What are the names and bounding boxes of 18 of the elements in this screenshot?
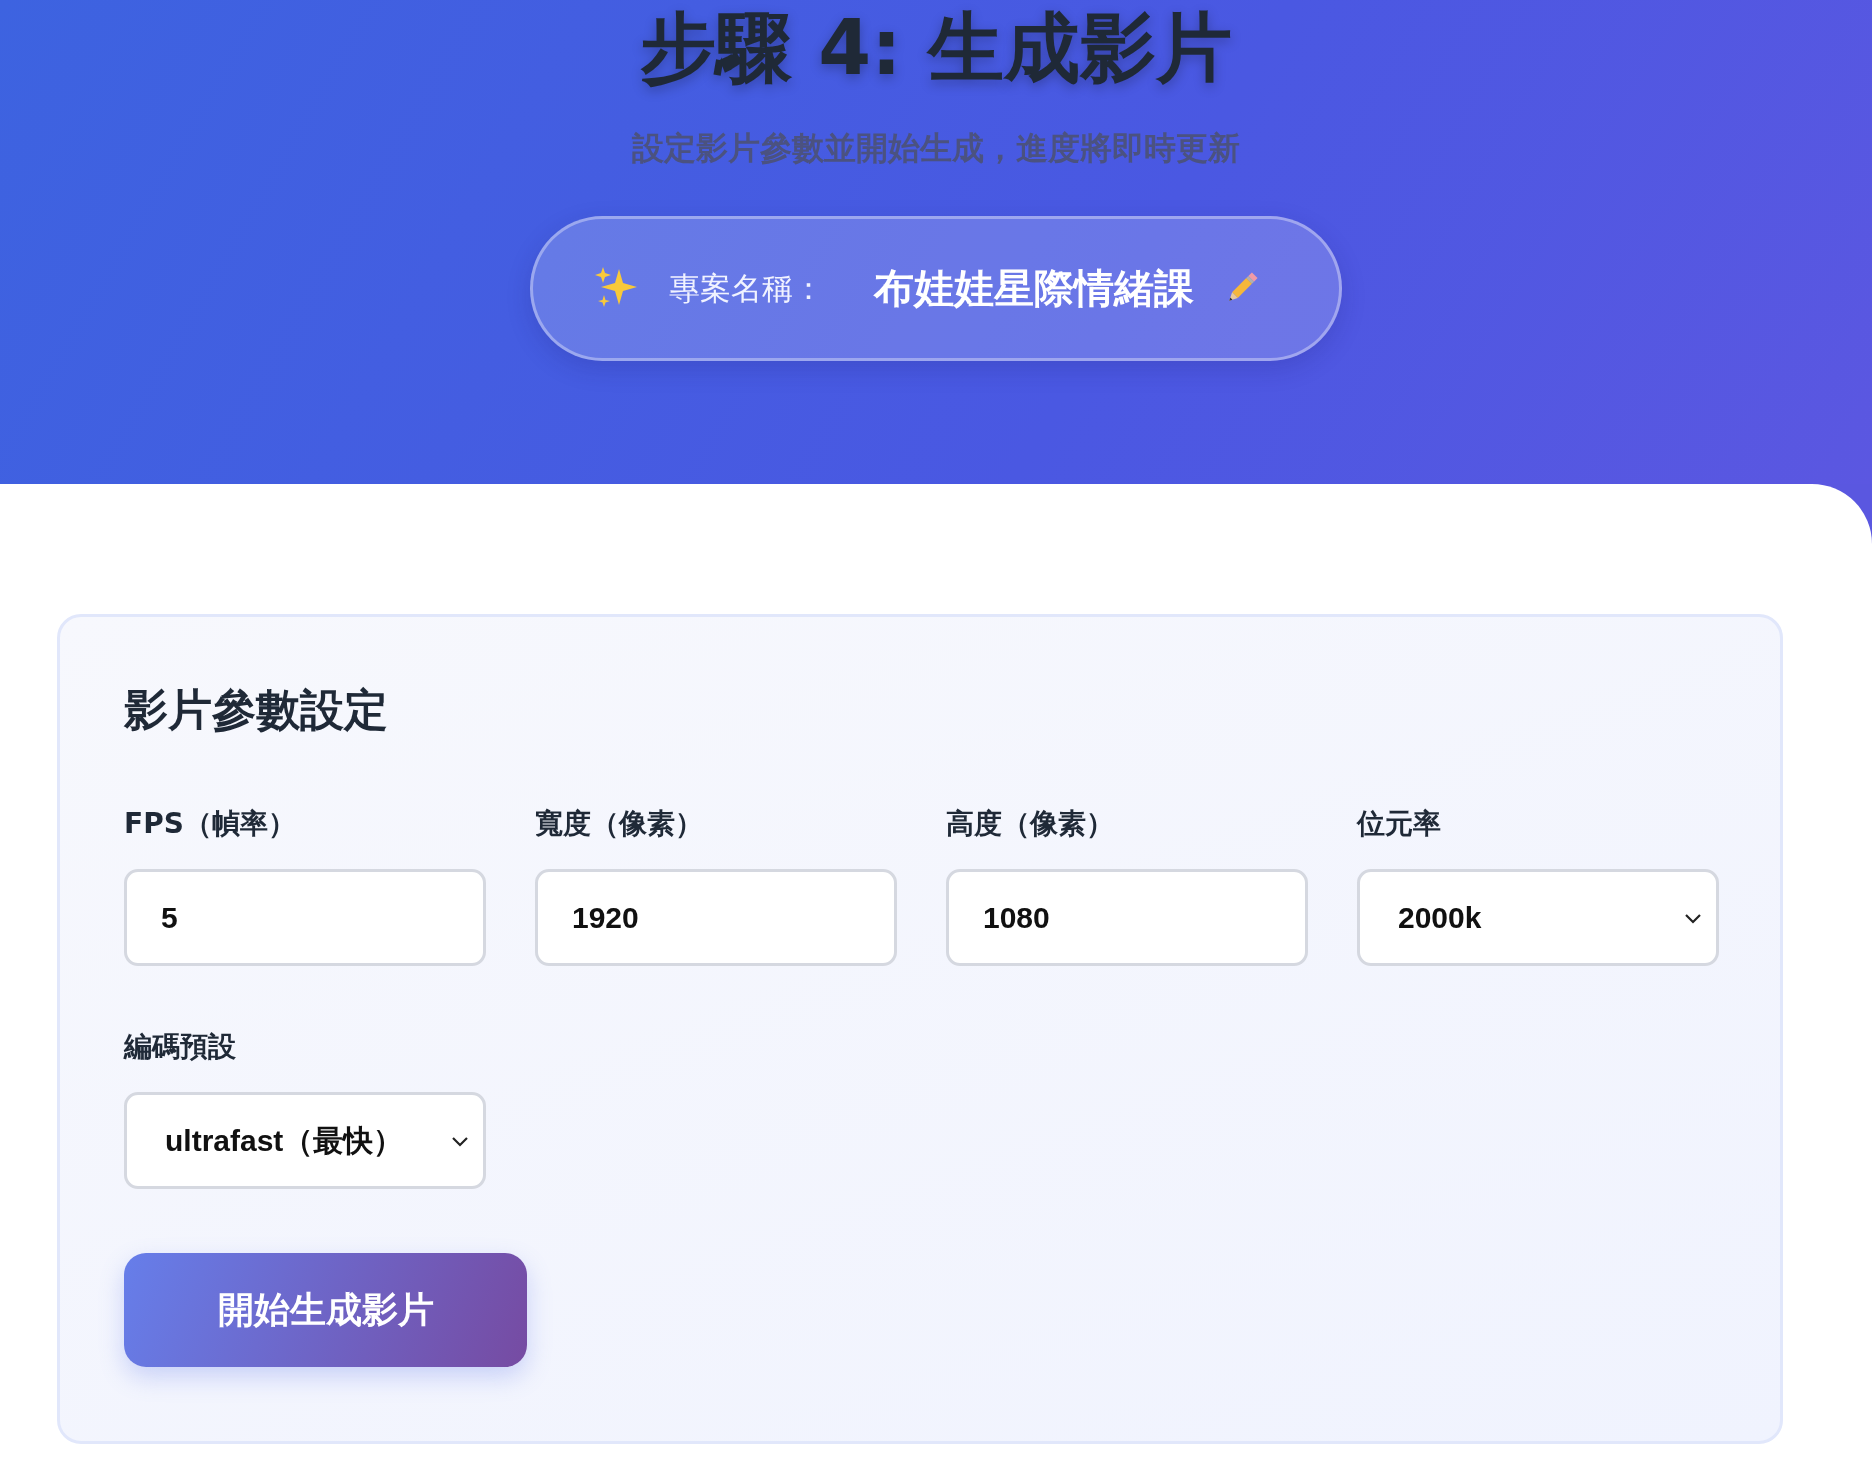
project-label: 專案名稱： bbox=[669, 268, 824, 308]
select-field[interactable]: ultrafast（最快） bbox=[124, 1092, 486, 1189]
project-name: 布娃娃星際情緒課 bbox=[874, 264, 1194, 314]
caret-icon bbox=[451, 1134, 469, 1147]
input-field[interactable]: 1920 bbox=[535, 869, 897, 966]
generate-video-button[interactable]: 開始生成影片 bbox=[124, 1253, 527, 1367]
field-label: 高度（像素） bbox=[946, 806, 1115, 842]
select-field[interactable]: 2000k bbox=[1357, 869, 1719, 966]
input-field[interactable]: 1080 bbox=[946, 869, 1308, 966]
settings-title: 影片參數設定 bbox=[124, 683, 389, 737]
caret-icon bbox=[1684, 911, 1702, 924]
field-label: 寬度（像素） bbox=[535, 806, 704, 842]
page-title: 步驟 4: 生成影片 bbox=[638, 6, 1234, 90]
page-subtitle: 設定影片參數並開始生成，進度將即時更新 bbox=[631, 127, 1241, 169]
input-field[interactable]: 5 bbox=[124, 869, 486, 966]
field-label: 編碼預設 bbox=[124, 1029, 237, 1065]
field-label: FPS（幀率） bbox=[124, 806, 297, 842]
field-label: 位元率 bbox=[1357, 806, 1442, 842]
